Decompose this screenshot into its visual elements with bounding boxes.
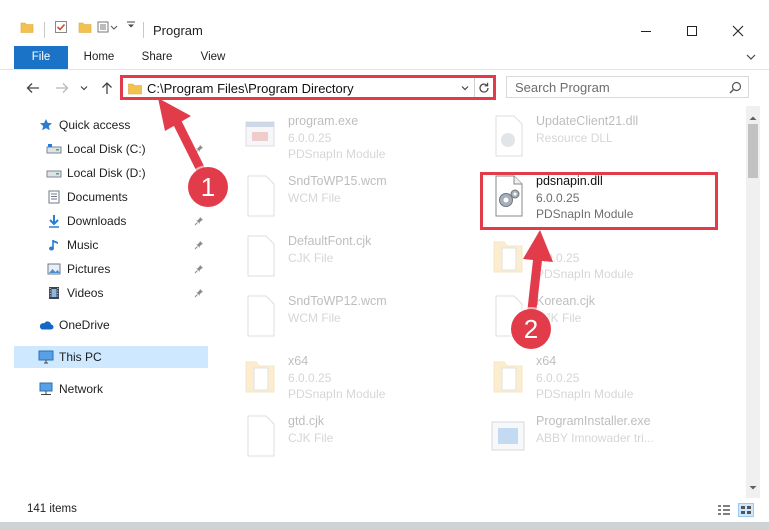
large-icons-view-icon[interactable] bbox=[738, 503, 754, 517]
status-bar: 141 items bbox=[0, 500, 769, 522]
desktop-strip bbox=[0, 522, 769, 530]
step-2-badge: 2 bbox=[511, 309, 551, 349]
item-count: 141 items bbox=[27, 503, 77, 515]
details-view-icon[interactable] bbox=[716, 503, 732, 517]
step-1-badge: 1 bbox=[188, 167, 228, 207]
annotation-arrows bbox=[158, 98, 553, 323]
